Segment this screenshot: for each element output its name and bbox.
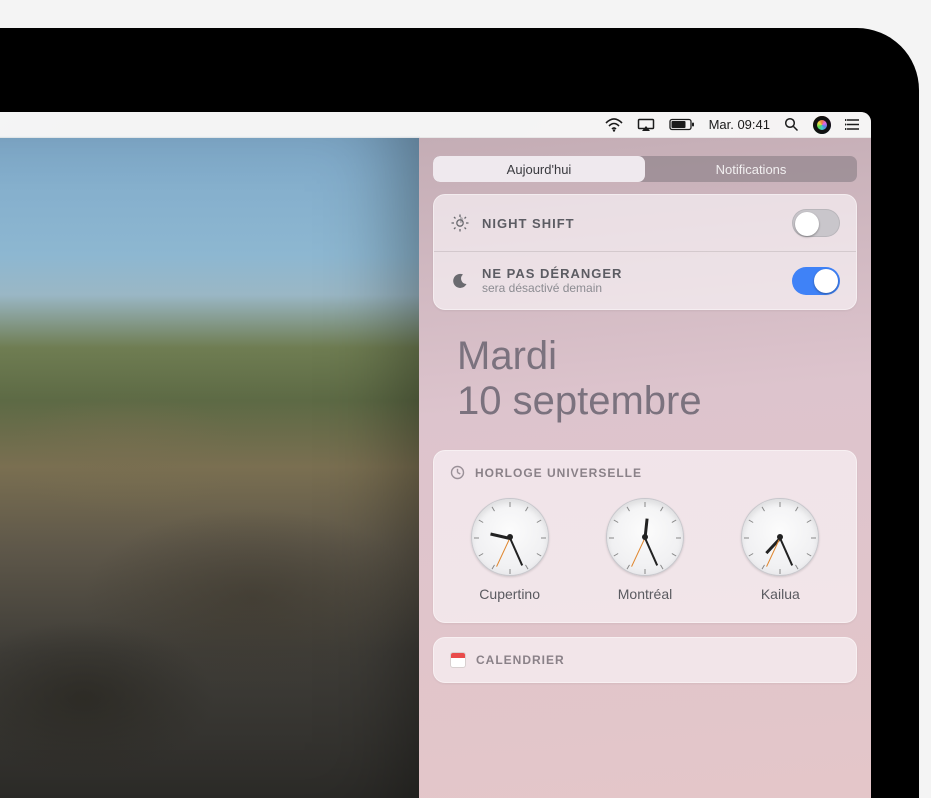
world-clock-item: Cupertino — [471, 498, 549, 602]
clock-face — [741, 498, 819, 576]
device-frame: Mar. 09:41 Aujourd'hui Notifications — [0, 0, 931, 798]
dnd-subtitle: sera désactivé demain — [482, 281, 780, 295]
clock-label: Kailua — [761, 586, 800, 602]
notification-center-icon[interactable] — [845, 118, 861, 131]
device-bezel: Mar. 09:41 Aujourd'hui Notifications — [0, 28, 919, 798]
clock-face — [471, 498, 549, 576]
today-date-header: Mardi 10 septembre — [457, 334, 871, 424]
night-shift-row: NIGHT SHIFT — [434, 195, 856, 251]
menubar-datetime[interactable]: Mar. 09:41 — [709, 117, 770, 132]
clock-label: Montréal — [618, 586, 672, 602]
date-day-month: 10 septembre — [457, 379, 871, 424]
dnd-toggle[interactable] — [792, 267, 840, 295]
menu-bar: Mar. 09:41 — [0, 112, 871, 138]
calendar-header: CALENDRIER — [434, 638, 856, 676]
world-clock-header: HORLOGE UNIVERSELLE — [434, 451, 856, 488]
night-shift-title: NIGHT SHIFT — [482, 216, 780, 231]
siri-icon[interactable] — [813, 116, 831, 134]
world-clock-item: Kailua — [741, 498, 819, 602]
tab-today[interactable]: Aujourd'hui — [433, 156, 645, 182]
tab-notifications[interactable]: Notifications — [645, 156, 857, 182]
notification-center-panel: Aujourd'hui Notifications NIGHT SHIFT — [419, 138, 871, 798]
wifi-icon[interactable] — [605, 118, 623, 132]
world-clock-widget: HORLOGE UNIVERSELLE Cupertino Montréal Kai… — [433, 450, 857, 623]
date-weekday: Mardi — [457, 334, 871, 379]
spotlight-icon[interactable] — [784, 117, 799, 132]
calendar-icon — [450, 652, 466, 668]
world-clock-list: Cupertino Montréal Kailua — [434, 488, 856, 622]
clock-face — [606, 498, 684, 576]
desktop-wallpaper — [0, 136, 420, 798]
clock-label: Cupertino — [479, 586, 540, 602]
calendar-title: CALENDRIER — [476, 653, 565, 667]
dnd-row: NE PAS DÉRANGER sera désactivé demain — [434, 251, 856, 309]
panel-tabs: Aujourd'hui Notifications — [433, 156, 857, 182]
settings-card: NIGHT SHIFT NE PAS DÉRANGER sera désacti… — [433, 194, 857, 310]
clock-icon — [450, 465, 465, 480]
airplay-icon[interactable] — [637, 118, 655, 132]
dnd-title: NE PAS DÉRANGER — [482, 266, 780, 281]
moon-icon — [450, 273, 470, 289]
night-shift-icon — [450, 214, 470, 232]
screen: Mar. 09:41 Aujourd'hui Notifications — [0, 112, 871, 798]
night-shift-toggle[interactable] — [792, 209, 840, 237]
world-clock-item: Montréal — [606, 498, 684, 602]
world-clock-title: HORLOGE UNIVERSELLE — [475, 466, 642, 480]
calendar-widget: CALENDRIER — [433, 637, 857, 683]
battery-icon[interactable] — [669, 118, 695, 131]
